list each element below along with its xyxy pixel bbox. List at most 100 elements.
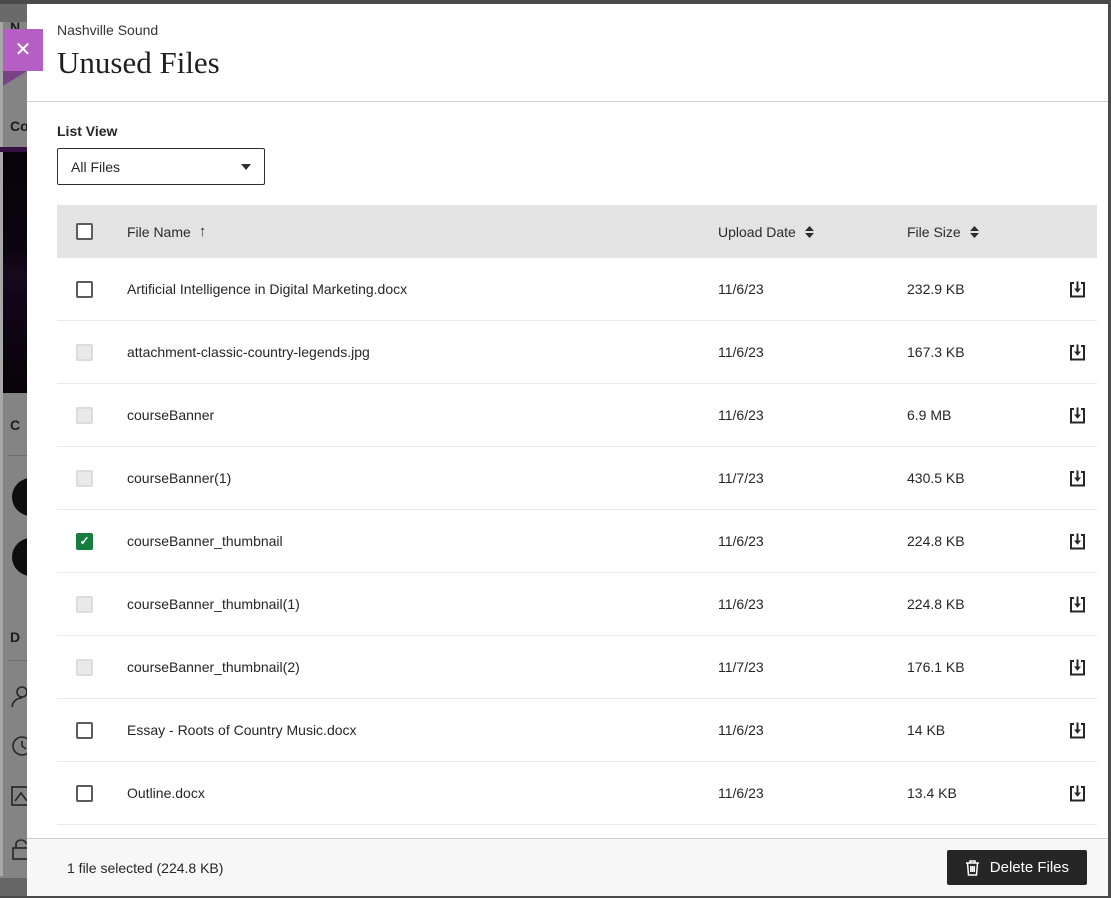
close-modal-button[interactable]: ✕ — [3, 29, 43, 71]
download-button[interactable] — [1066, 656, 1089, 679]
lock-icon — [8, 838, 27, 862]
file-size: 6.9 MB — [907, 407, 951, 423]
close-ribbon-fold — [3, 71, 27, 86]
sort-ascending-icon[interactable]: ↑ — [199, 223, 207, 240]
download-button[interactable] — [1066, 341, 1089, 364]
modal-body: List View All Files File Name ↑ Upload D… — [27, 102, 1108, 838]
delete-files-button[interactable]: Delete Files — [947, 850, 1087, 885]
trash-icon — [965, 859, 980, 876]
file-table: File Name ↑ Upload Date File Size Artifi… — [57, 205, 1097, 825]
download-icon — [1068, 532, 1087, 551]
file-table-body: Artificial Intelligence in Digital Marke… — [57, 258, 1097, 825]
upload-date: 11/6/23 — [718, 785, 764, 801]
file-size: 13.4 KB — [907, 785, 957, 801]
backdrop-section-heading-fragment: C — [10, 417, 20, 433]
row-checkbox[interactable] — [76, 722, 93, 739]
file-name: attachment-classic-country-legends.jpg — [127, 344, 370, 360]
table-row: courseBanner 11/6/23 6.9 MB — [57, 384, 1097, 447]
file-size: 224.8 KB — [907, 596, 965, 612]
clock-icon — [8, 734, 27, 758]
file-name: courseBanner(1) — [127, 470, 231, 486]
row-checkbox — [76, 659, 93, 676]
row-checkbox — [76, 407, 93, 424]
roster-person-icon — [8, 684, 27, 708]
download-icon — [1068, 784, 1087, 803]
backdrop-divider — [8, 455, 27, 456]
column-file-size[interactable]: File Size — [907, 224, 961, 240]
download-icon — [1068, 595, 1087, 614]
row-checkbox — [76, 344, 93, 361]
download-button[interactable] — [1066, 278, 1089, 301]
download-button[interactable] — [1066, 404, 1089, 427]
upload-date: 11/7/23 — [718, 659, 764, 675]
file-size: 14 KB — [907, 722, 945, 738]
modal-header: Nashville Sound Unused Files — [27, 4, 1108, 102]
backdrop-page-strip: N Co C D — [0, 0, 27, 898]
upload-date: 11/6/23 — [718, 281, 764, 297]
file-size: 176.1 KB — [907, 659, 965, 675]
backdrop-avatar — [12, 478, 27, 516]
row-checkbox[interactable] — [76, 785, 93, 802]
column-upload-date[interactable]: Upload Date — [718, 224, 796, 240]
file-size: 430.5 KB — [907, 470, 965, 486]
upload-date: 11/6/23 — [718, 596, 764, 612]
file-name: Essay - Roots of Country Music.docx — [127, 722, 357, 738]
file-name: courseBanner_thumbnail(2) — [127, 659, 300, 675]
row-checkbox — [76, 596, 93, 613]
upload-date: 11/6/23 — [718, 722, 764, 738]
sort-both-icon[interactable] — [805, 226, 814, 238]
file-size: 232.9 KB — [907, 281, 965, 297]
file-name: courseBanner — [127, 407, 214, 423]
table-row: courseBanner_thumbnail(2) 11/7/23 176.1 … — [57, 636, 1097, 699]
download-button[interactable] — [1066, 530, 1089, 553]
modal-footer: 1 file selected (224.8 KB) Delete Files — [27, 838, 1108, 896]
download-button[interactable] — [1066, 782, 1089, 805]
row-checkbox[interactable] — [76, 281, 93, 298]
table-row: attachment-classic-country-legends.jpg 1… — [57, 321, 1097, 384]
unused-files-modal: Nashville Sound Unused Files List View A… — [27, 4, 1108, 896]
file-table-header: File Name ↑ Upload Date File Size — [57, 205, 1097, 258]
table-row: courseBanner_thumbnail(1) 11/6/23 224.8 … — [57, 573, 1097, 636]
sort-both-icon[interactable] — [970, 226, 979, 238]
chevron-down-icon — [241, 164, 251, 170]
file-filter-dropdown[interactable]: All Files — [57, 148, 265, 185]
upload-date: 11/6/23 — [718, 533, 764, 549]
table-row: Essay - Roots of Country Music.docx 11/6… — [57, 699, 1097, 762]
backdrop-section-heading-fragment: D — [10, 629, 20, 645]
file-filter-value: All Files — [71, 159, 120, 175]
file-name: courseBanner_thumbnail — [127, 533, 283, 549]
row-checkbox — [76, 470, 93, 487]
file-name: Artificial Intelligence in Digital Marke… — [127, 281, 407, 297]
select-all-checkbox[interactable] — [76, 223, 93, 240]
download-icon — [1068, 406, 1087, 425]
download-icon — [1068, 658, 1087, 677]
backdrop-divider — [8, 660, 27, 661]
upload-date: 11/7/23 — [718, 470, 764, 486]
breadcrumb: Nashville Sound — [57, 22, 1078, 38]
backdrop-course-banner-image — [3, 152, 27, 393]
image-icon — [8, 784, 27, 808]
backdrop-footer-block — [0, 878, 27, 898]
backdrop-content-tab-fragment: Co — [10, 118, 27, 134]
file-name: courseBanner_thumbnail(1) — [127, 596, 300, 612]
table-row: Artificial Intelligence in Digital Marke… — [57, 258, 1097, 321]
file-size: 224.8 KB — [907, 533, 965, 549]
close-icon: ✕ — [15, 39, 32, 61]
row-checkbox[interactable]: ✓ — [76, 533, 93, 550]
column-file-name[interactable]: File Name — [127, 224, 191, 240]
file-name: Outline.docx — [127, 785, 205, 801]
table-row: Outline.docx 11/6/23 13.4 KB — [57, 762, 1097, 825]
download-button[interactable] — [1066, 593, 1089, 616]
download-icon — [1068, 343, 1087, 362]
backdrop-avatar — [12, 538, 27, 576]
download-icon — [1068, 469, 1087, 488]
upload-date: 11/6/23 — [718, 344, 764, 360]
download-button[interactable] — [1066, 467, 1089, 490]
download-button[interactable] — [1066, 719, 1089, 742]
table-row: ✓ courseBanner_thumbnail 11/6/23 224.8 K… — [57, 510, 1097, 573]
download-icon — [1068, 721, 1087, 740]
table-row: courseBanner(1) 11/7/23 430.5 KB — [57, 447, 1097, 510]
file-size: 167.3 KB — [907, 344, 965, 360]
download-icon — [1068, 280, 1087, 299]
page-title: Unused Files — [57, 45, 1078, 81]
